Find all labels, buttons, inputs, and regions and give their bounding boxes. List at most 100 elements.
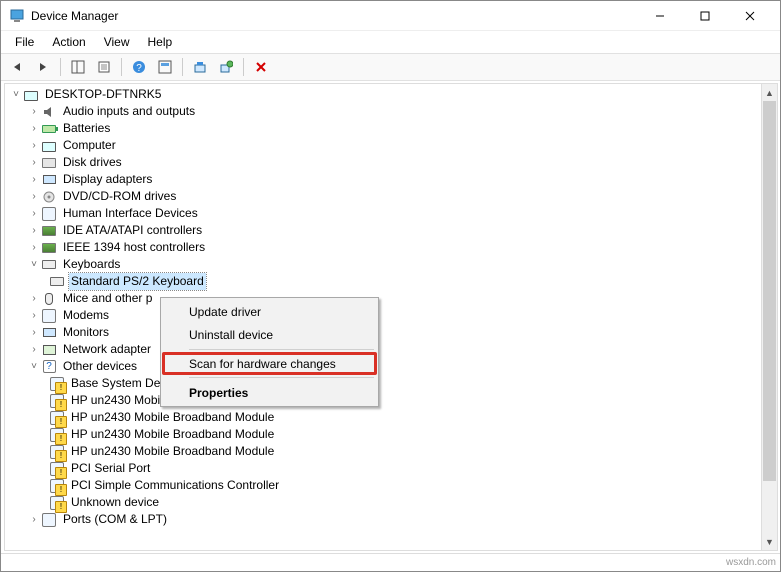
menu-help[interactable]: Help — [140, 33, 181, 51]
device-label: PCI Serial Port — [69, 460, 152, 477]
scroll-up-button[interactable]: ▲ — [762, 84, 777, 101]
maximize-button[interactable] — [682, 2, 727, 30]
toolbar-separator — [60, 58, 61, 76]
minimize-button[interactable] — [637, 2, 682, 30]
expand-icon[interactable]: › — [27, 171, 41, 188]
category-disk-drives[interactable]: › Disk drives — [5, 154, 776, 171]
hid-icon — [41, 206, 57, 222]
expand-icon[interactable]: › — [27, 154, 41, 171]
monitor-icon — [41, 325, 57, 341]
expand-icon[interactable]: › — [27, 205, 41, 222]
device-label: Unknown device — [69, 494, 161, 511]
ctx-update-driver[interactable]: Update driver — [163, 300, 376, 323]
device-label: Base System De — [69, 375, 162, 392]
menu-view[interactable]: View — [96, 33, 138, 51]
keyboard-icon — [41, 257, 57, 273]
svg-text:?: ? — [136, 63, 142, 74]
category-display-adapters[interactable]: › Display adapters — [5, 171, 776, 188]
expand-icon[interactable]: › — [27, 188, 41, 205]
category-other-devices[interactable]: ˅ ? Other devices — [5, 358, 776, 375]
menu-action[interactable]: Action — [44, 33, 93, 51]
toolbar-separator — [121, 58, 122, 76]
disk-icon — [41, 155, 57, 171]
category-modems[interactable]: › Modems — [5, 307, 776, 324]
device-standard-ps2-keyboard[interactable]: Standard PS/2 Keyboard — [5, 273, 776, 290]
expand-icon[interactable]: › — [27, 103, 41, 120]
category-label: Human Interface Devices — [61, 205, 200, 222]
scroll-thumb[interactable] — [763, 101, 776, 481]
close-button[interactable] — [727, 2, 772, 30]
category-hid[interactable]: › Human Interface Devices — [5, 205, 776, 222]
expand-icon[interactable]: › — [27, 324, 41, 341]
category-computer[interactable]: › Computer — [5, 137, 776, 154]
ctx-scan-hardware[interactable]: Scan for hardware changes — [162, 352, 377, 375]
category-keyboards[interactable]: ˅ Keyboards — [5, 256, 776, 273]
collapse-icon[interactable]: ˅ — [27, 256, 41, 273]
device-label: HP un2430 Mobile Broadband Module — [69, 443, 276, 460]
expand-icon[interactable]: ˅ — [9, 86, 23, 103]
category-ieee1394[interactable]: › IEEE 1394 host controllers — [5, 239, 776, 256]
context-menu: Update driver Uninstall device Scan for … — [160, 297, 379, 407]
scroll-down-button[interactable]: ▼ — [762, 533, 777, 550]
category-label: DVD/CD-ROM drives — [61, 188, 178, 205]
device-tree[interactable]: ˅ DESKTOP-DFTNRK5 › Audio inputs and out… — [4, 83, 777, 551]
modem-icon — [41, 308, 57, 324]
properties-button[interactable] — [92, 55, 116, 79]
window-title: Device Manager — [31, 9, 637, 23]
expand-icon[interactable]: › — [27, 511, 41, 528]
expand-icon[interactable]: › — [27, 290, 41, 307]
collapse-icon[interactable]: ˅ — [27, 358, 41, 375]
battery-icon — [41, 121, 57, 137]
action-button[interactable] — [153, 55, 177, 79]
toolbar-separator — [182, 58, 183, 76]
device-pci-comm[interactable]: PCI Simple Communications Controller — [5, 477, 776, 494]
storage-controller-icon — [41, 223, 57, 239]
device-label: PCI Simple Communications Controller — [69, 477, 281, 494]
forward-button[interactable] — [31, 55, 55, 79]
device-pci-serial[interactable]: PCI Serial Port — [5, 460, 776, 477]
help-button[interactable]: ? — [127, 55, 151, 79]
device-hp-broadband-3[interactable]: HP un2430 Mobile Broadband Module — [5, 426, 776, 443]
category-mice[interactable]: › Mice and other p — [5, 290, 776, 307]
category-label: Mice and other p — [61, 290, 154, 307]
warning-device-icon — [49, 410, 65, 426]
expand-icon[interactable]: › — [27, 341, 41, 358]
unknown-category-icon: ? — [41, 359, 57, 375]
category-label: Other devices — [61, 358, 139, 375]
warning-device-icon — [49, 478, 65, 494]
category-monitors[interactable]: › Monitors — [5, 324, 776, 341]
category-audio[interactable]: › Audio inputs and outputs — [5, 103, 776, 120]
expand-icon[interactable]: › — [27, 239, 41, 256]
category-ports[interactable]: › Ports (COM & LPT) — [5, 511, 776, 528]
scan-hardware-button[interactable] — [214, 55, 238, 79]
show-hide-tree-button[interactable] — [66, 55, 90, 79]
category-optical-drives[interactable]: › DVD/CD-ROM drives — [5, 188, 776, 205]
uninstall-button[interactable] — [249, 55, 273, 79]
vertical-scrollbar[interactable]: ▲ ▼ — [761, 83, 778, 551]
category-batteries[interactable]: › Batteries — [5, 120, 776, 137]
expand-icon[interactable]: › — [27, 137, 41, 154]
audio-icon — [41, 104, 57, 120]
back-button[interactable] — [5, 55, 29, 79]
warning-device-icon — [49, 444, 65, 460]
device-hp-broadband-2[interactable]: HP un2430 Mobile Broadband Module — [5, 409, 776, 426]
menu-bar: File Action View Help — [1, 31, 780, 53]
category-label: Computer — [61, 137, 118, 154]
category-label: Ports (COM & LPT) — [61, 511, 169, 528]
display-icon — [41, 172, 57, 188]
tree-root[interactable]: ˅ DESKTOP-DFTNRK5 — [5, 86, 776, 103]
category-label: IDE ATA/ATAPI controllers — [61, 222, 204, 239]
device-hp-broadband-4[interactable]: HP un2430 Mobile Broadband Module — [5, 443, 776, 460]
expand-icon[interactable]: › — [27, 307, 41, 324]
expand-icon[interactable]: › — [27, 222, 41, 239]
ctx-uninstall-device[interactable]: Uninstall device — [163, 323, 376, 346]
category-ide[interactable]: › IDE ATA/ATAPI controllers — [5, 222, 776, 239]
device-base-system[interactable]: Base System De — [5, 375, 776, 392]
ctx-properties[interactable]: Properties — [163, 381, 376, 404]
device-hp-broadband-1[interactable]: HP un2430 Mobile Broadband Module — [5, 392, 776, 409]
device-unknown[interactable]: Unknown device — [5, 494, 776, 511]
expand-icon[interactable]: › — [27, 120, 41, 137]
category-network[interactable]: › Network adapter — [5, 341, 776, 358]
menu-file[interactable]: File — [7, 33, 42, 51]
update-driver-button[interactable] — [188, 55, 212, 79]
